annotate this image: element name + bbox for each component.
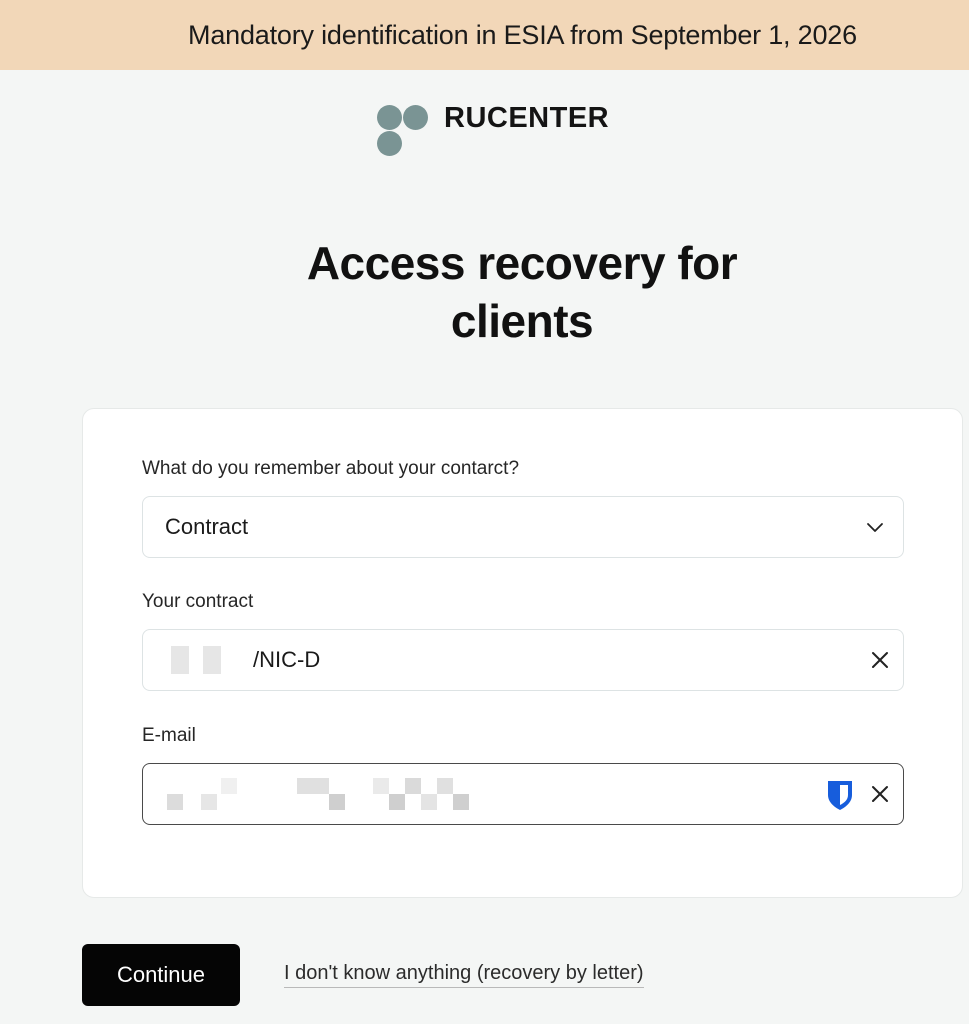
remember-label: What do you remember about your contarct…: [142, 458, 520, 479]
page-title-line-2: clients: [450, 295, 594, 347]
email-label: E-mail: [142, 725, 196, 746]
logo-mark-icon: [377, 103, 431, 157]
contract-redacted-number: [171, 646, 221, 674]
banner-text: Mandatory identification in ESIA from Se…: [188, 19, 857, 50]
clear-email-icon[interactable]: [869, 783, 891, 805]
password-manager-shield-icon[interactable]: [825, 779, 855, 811]
continue-button[interactable]: Continue: [82, 944, 240, 1006]
chevron-down-icon: [867, 523, 883, 532]
announcement-banner: Mandatory identification in ESIA from Se…: [0, 0, 969, 70]
logo-text: RUCENTER: [444, 102, 610, 134]
recovery-by-letter-link[interactable]: I don't know anything (recovery by lette…: [284, 962, 644, 988]
remember-select-value: Contract: [165, 514, 249, 539]
email-input[interactable]: [142, 763, 904, 825]
rucenter-logo[interactable]: RUCENTER: [377, 102, 609, 157]
contract-input[interactable]: /NIC-D: [142, 629, 904, 691]
page-title: Access recovery for clients: [0, 234, 969, 350]
email-redacted-value: [155, 776, 475, 812]
remember-select[interactable]: Contract: [142, 496, 904, 558]
contract-value-suffix: /NIC-D: [253, 647, 321, 672]
contract-label: Your contract: [142, 591, 254, 612]
clear-contract-icon[interactable]: [869, 649, 891, 671]
page-title-line-1: Access recovery for: [306, 237, 738, 289]
